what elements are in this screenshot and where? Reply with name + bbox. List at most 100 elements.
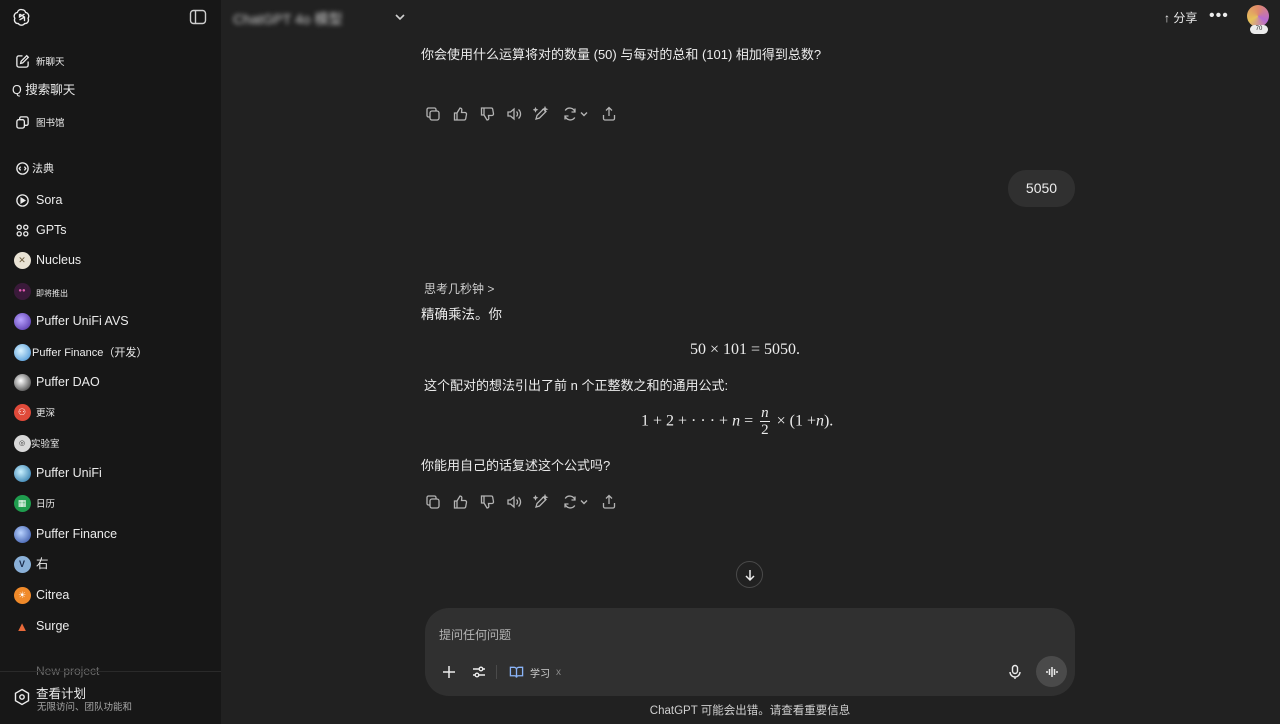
prompt-input[interactable] <box>439 625 1039 645</box>
coming-soon-avatar-icon: ●● <box>13 282 31 300</box>
assistant-message-question-1: 你会使用什么运算将对的数量 (50) 与每对的总和 (101) 相加得到总数? <box>421 47 822 62</box>
library-label: 图书馆 <box>36 118 65 129</box>
study-mode-chip[interactable]: 学习 x <box>509 663 561 681</box>
share-message-icon[interactable] <box>600 105 618 123</box>
share-message-icon[interactable] <box>600 493 618 511</box>
formula-rhs-n: n <box>815 412 824 430</box>
thinking-toggle[interactable]: 思考几秒钟 > <box>424 280 494 297</box>
assistant-message-question-2: 你能用自己的话复述这个公式吗? <box>421 458 611 473</box>
compose-icon <box>13 52 31 70</box>
sidebar-item-puffer-finance-dev[interactable]: Puffer Finance（开发） <box>6 339 214 365</box>
surge-avatar-icon: ▲ <box>15 618 29 634</box>
regenerate-button[interactable] <box>559 105 591 123</box>
sidebar-item-citrea[interactable]: ☀ Citrea <box>6 582 214 608</box>
sidebar-item-puffer-unifi-avs[interactable]: Puffer UniFi AVS <box>6 308 214 334</box>
more-options-icon[interactable]: ••• <box>1209 7 1231 27</box>
assistant-message-intro: 精确乘法。你 <box>421 307 502 322</box>
sidebar-item-coming-soon[interactable]: ●● 即将推出 <box>6 278 214 304</box>
sidebar-item-puffer-unifi[interactable]: Puffer UniFi <box>6 460 214 486</box>
read-aloud-icon[interactable] <box>505 493 523 511</box>
formula-fraction: n 2 <box>760 405 770 439</box>
user-avatar[interactable] <box>1247 5 1269 27</box>
copy-icon[interactable] <box>424 105 442 123</box>
book-icon <box>509 666 524 678</box>
formula-equals: = <box>744 412 754 430</box>
share-button[interactable]: ↑ 分享 <box>1164 9 1197 26</box>
thumbs-up-icon[interactable] <box>451 493 469 511</box>
thumbs-down-icon[interactable] <box>478 493 496 511</box>
scroll-to-bottom-button[interactable] <box>736 561 763 588</box>
search-chats-label: Q 搜索聊天 <box>12 83 76 97</box>
formula-n: n <box>732 412 741 430</box>
thumbs-up-icon[interactable] <box>451 105 469 123</box>
chevron-down-icon[interactable] <box>393 10 407 24</box>
message-actions-2 <box>424 493 618 513</box>
library-icon <box>13 113 31 131</box>
sidebar-toggle-icon[interactable] <box>189 9 207 25</box>
sidebar-item-codex[interactable]: 法典 <box>6 155 214 181</box>
sidebar-item-label: Sora <box>36 193 63 207</box>
sidebar-item-puffer-finance[interactable]: Puffer Finance <box>6 521 214 547</box>
sidebar-item-gpts[interactable]: GPTs <box>6 217 214 243</box>
read-aloud-icon[interactable] <box>505 105 523 123</box>
formula-lhs: 1 + 2 + · · · + <box>641 412 729 430</box>
deeper-avatar-icon: ⚇ <box>13 403 31 421</box>
avatar-badge: 70 <box>1250 25 1268 34</box>
copy-icon[interactable] <box>424 493 442 511</box>
edit-canvas-icon[interactable] <box>532 105 550 123</box>
plan-icon <box>14 688 30 706</box>
sidebar-item-surge[interactable]: ▲ Surge <box>6 613 214 639</box>
voice-mode-button[interactable] <box>1036 656 1067 687</box>
sidebar-item-label: 实验室 <box>31 439 60 450</box>
puffer-avatar-icon <box>13 312 31 330</box>
sidebar: 新聊天 Q 搜索聊天 图书馆 法典 Sora GPTs ✕ Nucleus ●●… <box>0 0 221 724</box>
study-mode-close[interactable]: x <box>556 667 561 678</box>
sidebar-item-calendar[interactable]: ▦ 日历 <box>6 490 214 516</box>
puffer-unifi-avatar-icon <box>13 464 31 482</box>
sidebar-item-label: GPTs <box>36 223 67 237</box>
nucleus-avatar-icon: ✕ <box>13 251 31 269</box>
sidebar-item-right[interactable]: V 右 <box>6 551 214 577</box>
sidebar-item-label: 法典 <box>32 163 54 175</box>
openai-logo-icon[interactable] <box>12 7 32 27</box>
view-plans-button[interactable]: 查看计划 无限访问、团队功能和 <box>6 680 214 716</box>
math-equation-product: 50 × 101 = 5050. <box>690 341 801 358</box>
sidebar-item-label: Puffer UniFi AVS <box>36 314 129 328</box>
plan-subtitle: 无限访问、团队功能和 <box>37 702 133 713</box>
sidebar-divider <box>0 671 221 672</box>
new-chat-label: 新聊天 <box>36 57 65 68</box>
right-avatar-icon: V <box>13 555 31 573</box>
search-chats-button[interactable]: Q 搜索聊天 <box>6 77 214 103</box>
sidebar-item-lab[interactable]: ◎ 实验室 <box>6 430 214 456</box>
puffer-dao-avatar-icon <box>13 373 31 391</box>
sidebar-item-label: Nucleus <box>36 253 82 267</box>
plus-icon[interactable] <box>439 662 459 682</box>
waveform-icon <box>1045 666 1058 677</box>
fraction-numerator: n <box>760 405 770 422</box>
fraction-denominator: 2 <box>761 422 769 438</box>
formula-end: ). <box>823 412 834 430</box>
regenerate-icon <box>563 495 576 509</box>
sidebar-item-sora[interactable]: Sora <box>6 187 214 213</box>
thumbs-down-icon[interactable] <box>478 105 496 123</box>
assistant-formula-intro: 这个配对的想法引出了前 n 个正整数之和的通用公式: <box>424 378 729 393</box>
sidebar-item-nucleus[interactable]: ✕ Nucleus <box>6 247 214 273</box>
arrow-down-icon <box>744 569 755 581</box>
new-chat-button[interactable]: 新聊天 <box>6 48 214 74</box>
sidebar-item-label: Puffer Finance（开发） <box>32 347 148 359</box>
regenerate-icon <box>563 107 576 121</box>
sidebar-item-label: 右 <box>36 557 49 571</box>
grid-icon <box>13 221 31 239</box>
composer-separator <box>496 665 497 679</box>
math-formula-sum: 1 + 2 + · · · + n = n 2 × (1 +n). <box>641 405 833 439</box>
edit-canvas-icon[interactable] <box>532 493 550 511</box>
library-button[interactable]: 图书馆 <box>6 109 214 135</box>
sidebar-item-puffer-dao[interactable]: Puffer DAO <box>6 369 214 395</box>
regenerate-button[interactable] <box>559 493 591 511</box>
tools-sliders-icon[interactable] <box>469 662 489 682</box>
microphone-icon[interactable] <box>1005 662 1025 682</box>
disclaimer-text: ChatGPT 可能会出错。请查看重要信息 <box>649 705 851 717</box>
sidebar-item-deeper[interactable]: ⚇ 更深 <box>6 399 214 425</box>
sidebar-item-label: 即将推出 <box>36 289 68 298</box>
model-selector[interactable]: ChatGPT 4o 模型 <box>233 9 342 29</box>
